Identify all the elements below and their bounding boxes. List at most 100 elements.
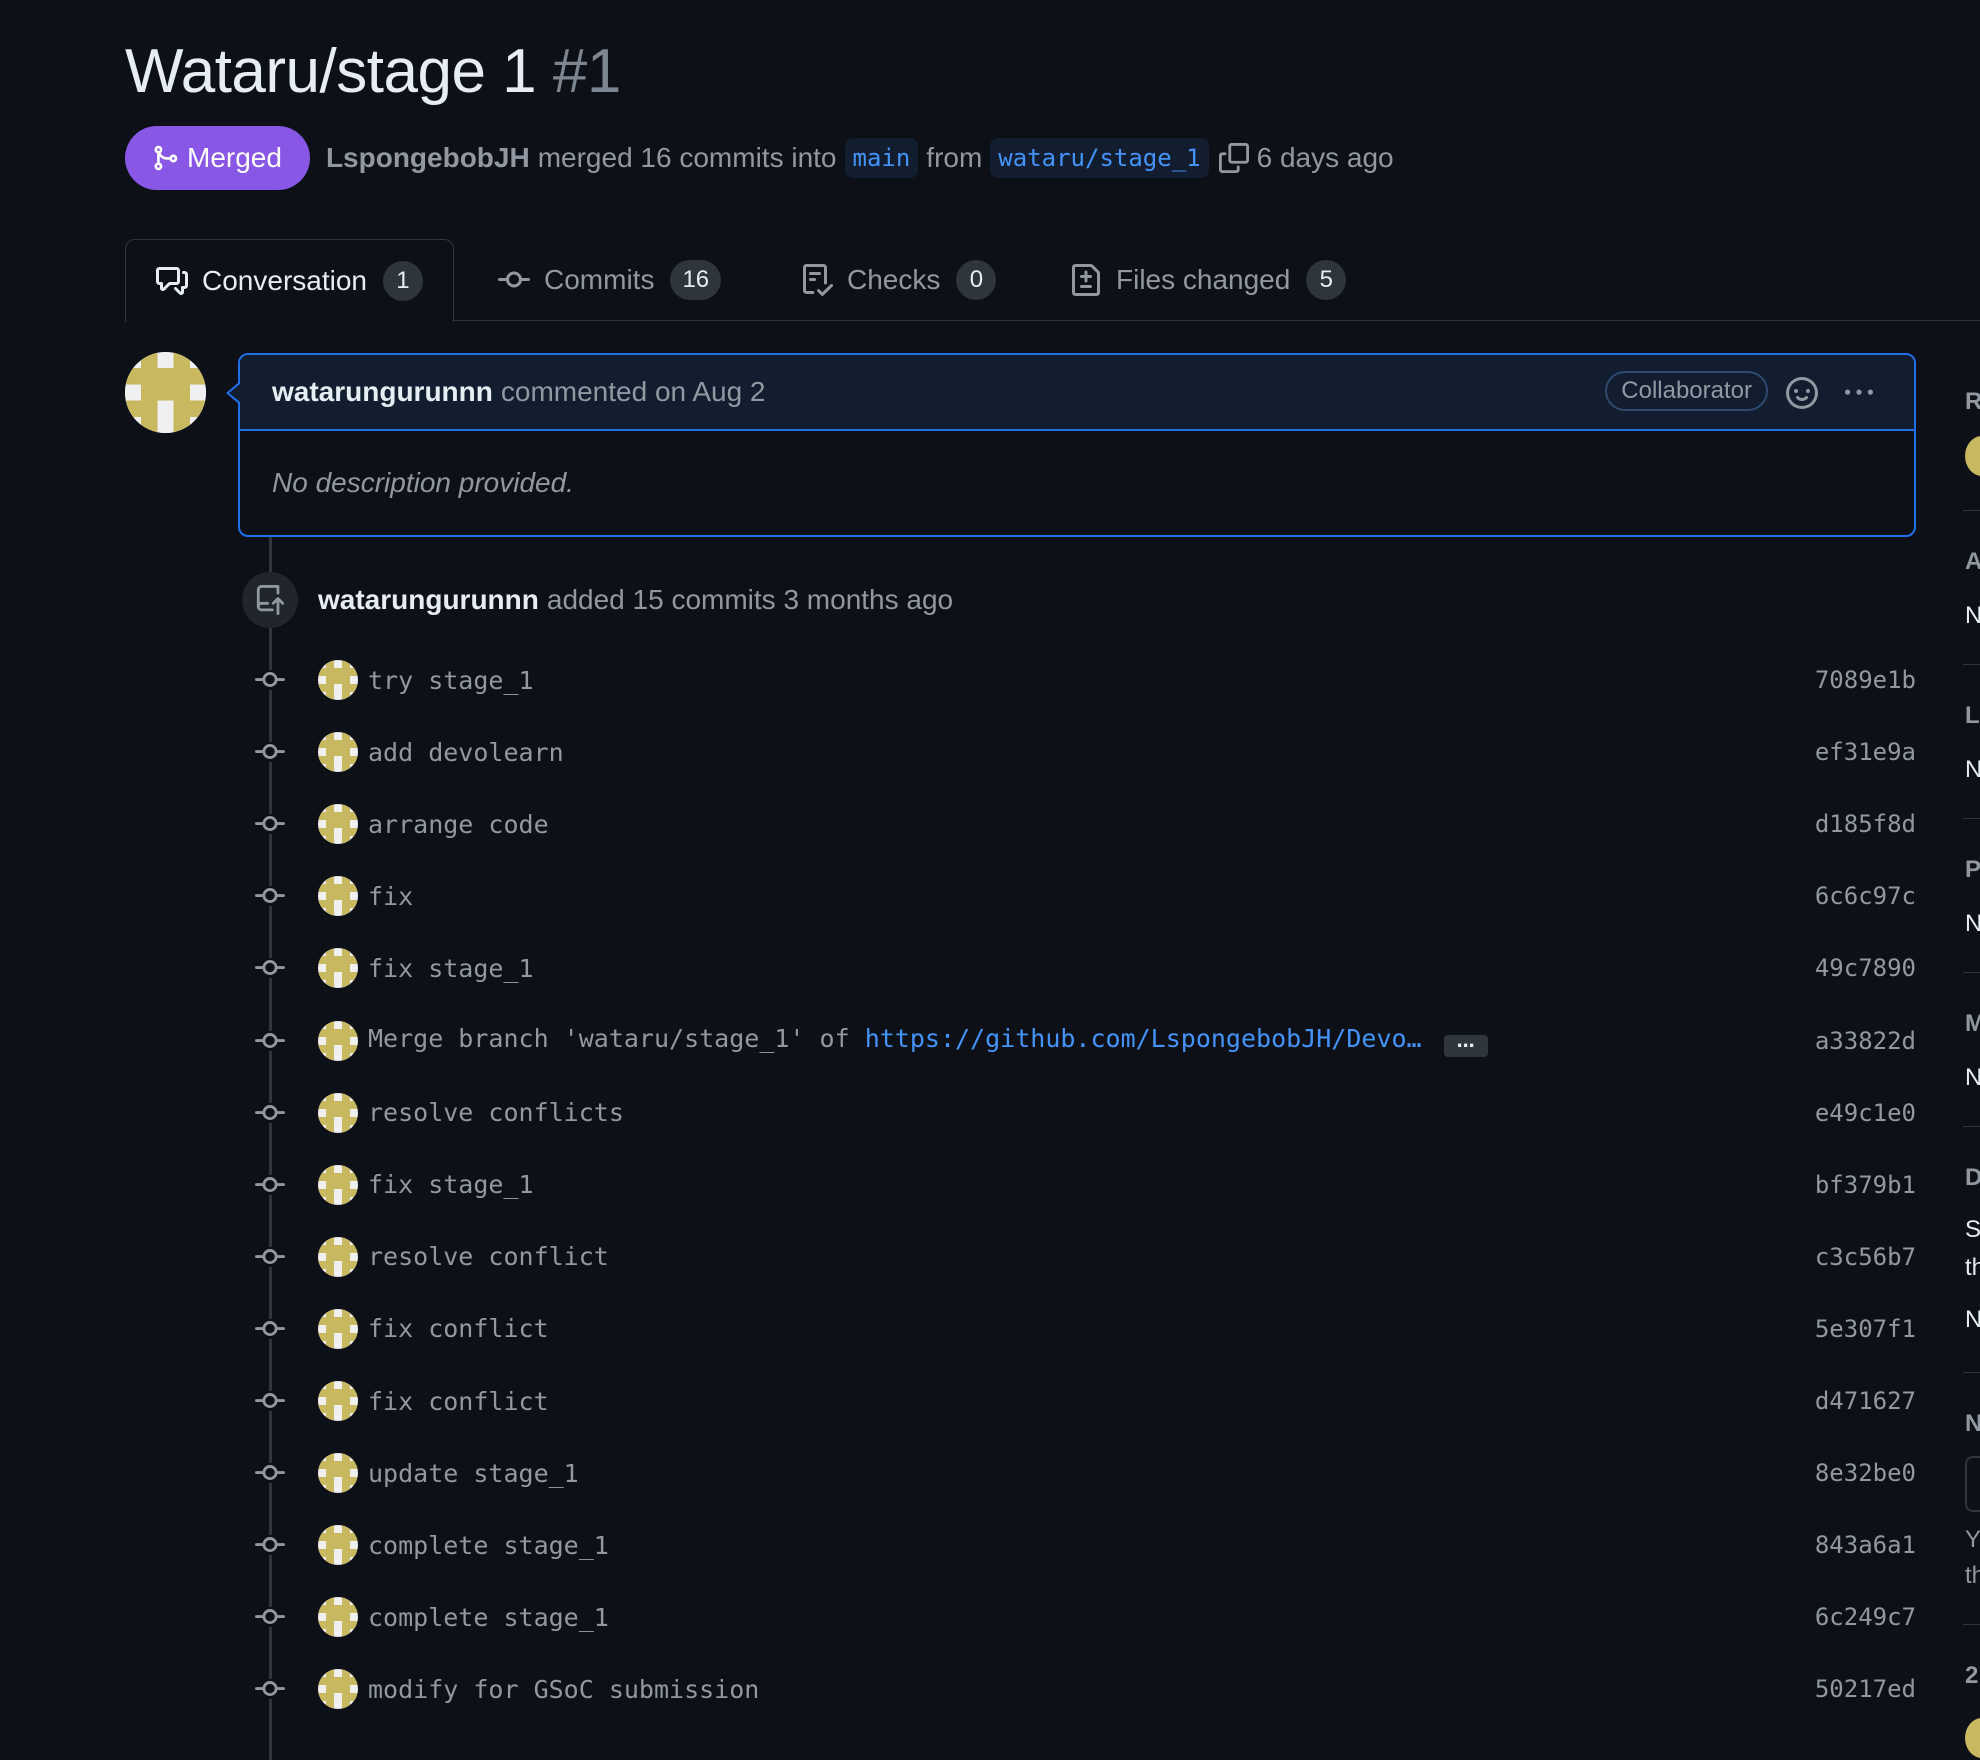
commit-sha[interactable]: c3c56b7	[1815, 1243, 1916, 1271]
tab-files-changed[interactable]: Files changed 5	[1070, 239, 1347, 321]
commit-message[interactable]: fix stage_1	[368, 1170, 534, 1199]
comment-action[interactable]: commented on Aug 2	[501, 376, 766, 408]
commit-author-avatar[interactable]	[318, 732, 358, 773]
commit-message[interactable]: fix conflict	[368, 1314, 549, 1343]
commit-message[interactable]: complete stage_1	[368, 1603, 609, 1632]
commit-message[interactable]: try stage_1	[368, 666, 534, 695]
event-author[interactable]: watarungurunnn	[318, 584, 539, 616]
sidebar-text: S	[1965, 1216, 1980, 1243]
commit-message[interactable]: add devolearn	[368, 738, 564, 767]
commit-sha[interactable]: e49c1e0	[1815, 1099, 1916, 1127]
commit-message-container: complete stage_1	[368, 1603, 609, 1632]
copy-icon[interactable]	[1218, 143, 1249, 173]
base-branch[interactable]: main	[844, 138, 919, 178]
commit-message[interactable]: fix stage_1	[368, 954, 534, 983]
merge-text: merged 16 commits into	[537, 142, 837, 173]
notification-button[interactable]	[1965, 1456, 1980, 1512]
commit-row: fix conflict d471627	[250, 1377, 1916, 1425]
commit-message-container: resolve conflict	[368, 1242, 609, 1271]
commit-message[interactable]: resolve conflict	[368, 1242, 609, 1271]
commit-sha[interactable]: 843a6a1	[1815, 1531, 1916, 1559]
pr-number: #1	[552, 37, 621, 106]
commit-sha[interactable]: 6c249c7	[1815, 1603, 1916, 1631]
commit-sha[interactable]: 7089e1b	[1815, 666, 1916, 694]
commit-author-avatar[interactable]	[318, 1669, 358, 1710]
commit-sha[interactable]: 49c7890	[1815, 954, 1916, 982]
commit-message[interactable]: complete stage_1	[368, 1531, 609, 1560]
commit-message[interactable]: fix conflict	[368, 1387, 549, 1416]
commit-author-avatar[interactable]	[318, 1381, 358, 1421]
comment-author-avatar[interactable]	[125, 352, 206, 433]
commit-message-link[interactable]: https://github.com/LspongebobJH/Devo…	[865, 1024, 1422, 1053]
commit-row: fix conflict 5e307f1	[250, 1305, 1916, 1353]
commit-row: add devolearn ef31e9a	[250, 728, 1916, 776]
comment-discussion-icon	[156, 267, 188, 295]
sidebar-text: th	[1965, 1562, 1980, 1589]
tab-conversation[interactable]: Conversation 1	[125, 239, 454, 322]
commit-message[interactable]: resolve conflicts	[368, 1098, 624, 1127]
commit-message-container: Merge branch 'wataru/stage_1' of https:/…	[368, 1024, 1488, 1057]
commit-author-avatar[interactable]	[318, 1525, 358, 1566]
merge-time: 6 days ago	[1256, 142, 1394, 173]
commit-sha[interactable]: bf379b1	[1815, 1171, 1916, 1199]
commit-author-avatar[interactable]	[318, 1597, 358, 1638]
git-commit-icon	[250, 958, 290, 979]
commit-author-avatar[interactable]	[318, 876, 358, 917]
commit-sha[interactable]: a33822d	[1815, 1027, 1916, 1055]
kebab-menu-icon[interactable]	[1842, 379, 1876, 412]
collaborator-badge: Collaborator	[1605, 371, 1768, 411]
commit-sha[interactable]: ef31e9a	[1815, 738, 1916, 766]
file-diff-icon	[1072, 264, 1100, 296]
commit-row: fix stage_1 49c7890	[250, 944, 1916, 992]
sidebar-text: N	[1965, 602, 1980, 629]
commit-sha[interactable]: d185f8d	[1815, 810, 1916, 838]
commit-row: modify for GSoC submission 50217ed	[250, 1665, 1916, 1713]
commit-message[interactable]: update stage_1	[368, 1459, 579, 1488]
git-commit-icon	[250, 1030, 290, 1051]
tab-commits[interactable]: Commits 16	[498, 239, 722, 321]
participant-avatar[interactable]	[1965, 1718, 1980, 1758]
comment-author[interactable]: watarungurunnn	[272, 376, 493, 408]
sidebar-divider	[1963, 972, 1980, 973]
commit-sha[interactable]: d471627	[1815, 1387, 1916, 1415]
commit-sha[interactable]: 8e32be0	[1815, 1459, 1916, 1487]
commit-author-avatar[interactable]	[318, 1453, 358, 1494]
commit-row: resolve conflicts e49c1e0	[250, 1089, 1916, 1137]
commit-author-avatar[interactable]	[318, 1020, 358, 1061]
commit-message[interactable]: Merge branch 'wataru/stage_1' of	[368, 1024, 865, 1053]
sidebar-text: N	[1965, 1410, 1980, 1437]
commit-message-container: fix stage_1	[368, 1170, 534, 1199]
sidebar-text: Y	[1965, 1526, 1980, 1553]
commit-message[interactable]: modify for GSoC submission	[368, 1675, 759, 1704]
merged-status-badge: Merged	[125, 126, 310, 190]
commit-sha[interactable]: 6c6c97c	[1815, 882, 1916, 910]
commit-author-avatar[interactable]	[318, 1308, 358, 1349]
expand-message-button[interactable]: …	[1443, 1033, 1488, 1057]
commit-author-avatar[interactable]	[318, 804, 358, 845]
commit-message[interactable]: fix	[368, 882, 413, 911]
comment-pointer	[226, 382, 240, 404]
sidebar-text: M	[1965, 1010, 1980, 1037]
commit-author-avatar[interactable]	[318, 948, 358, 989]
sidebar-text: N	[1965, 1064, 1980, 1091]
head-branch[interactable]: wataru/stage_1	[990, 138, 1209, 178]
sidebar-text: L	[1965, 702, 1980, 729]
pr-description-comment: watarungurunnn commented on Aug 2 Collab…	[226, 353, 1916, 537]
commit-author-avatar[interactable]	[318, 660, 358, 700]
tab-checks[interactable]: Checks 0	[801, 239, 997, 321]
commit-message[interactable]: arrange code	[368, 810, 549, 839]
reviewer-avatar[interactable]	[1965, 436, 1980, 476]
commit-sha[interactable]: 5e307f1	[1815, 1315, 1916, 1343]
commit-sha[interactable]: 50217ed	[1815, 1675, 1916, 1703]
merger-link[interactable]: LspongebobJH	[326, 142, 530, 174]
smiley-icon[interactable]	[1786, 377, 1818, 414]
commit-author-avatar[interactable]	[318, 1092, 358, 1133]
sidebar-text: A	[1965, 548, 1980, 575]
tab-conversation-label: Conversation	[202, 265, 367, 296]
commit-message-container: fix	[368, 882, 413, 911]
pr-tabs: Conversation 1 Commits 16 Checks 0 Files…	[125, 239, 1980, 322]
commit-author-avatar[interactable]	[318, 1164, 358, 1205]
commit-message-container: update stage_1	[368, 1459, 579, 1488]
commit-author-avatar[interactable]	[318, 1236, 358, 1277]
commit-row: complete stage_1 6c249c7	[250, 1593, 1916, 1641]
